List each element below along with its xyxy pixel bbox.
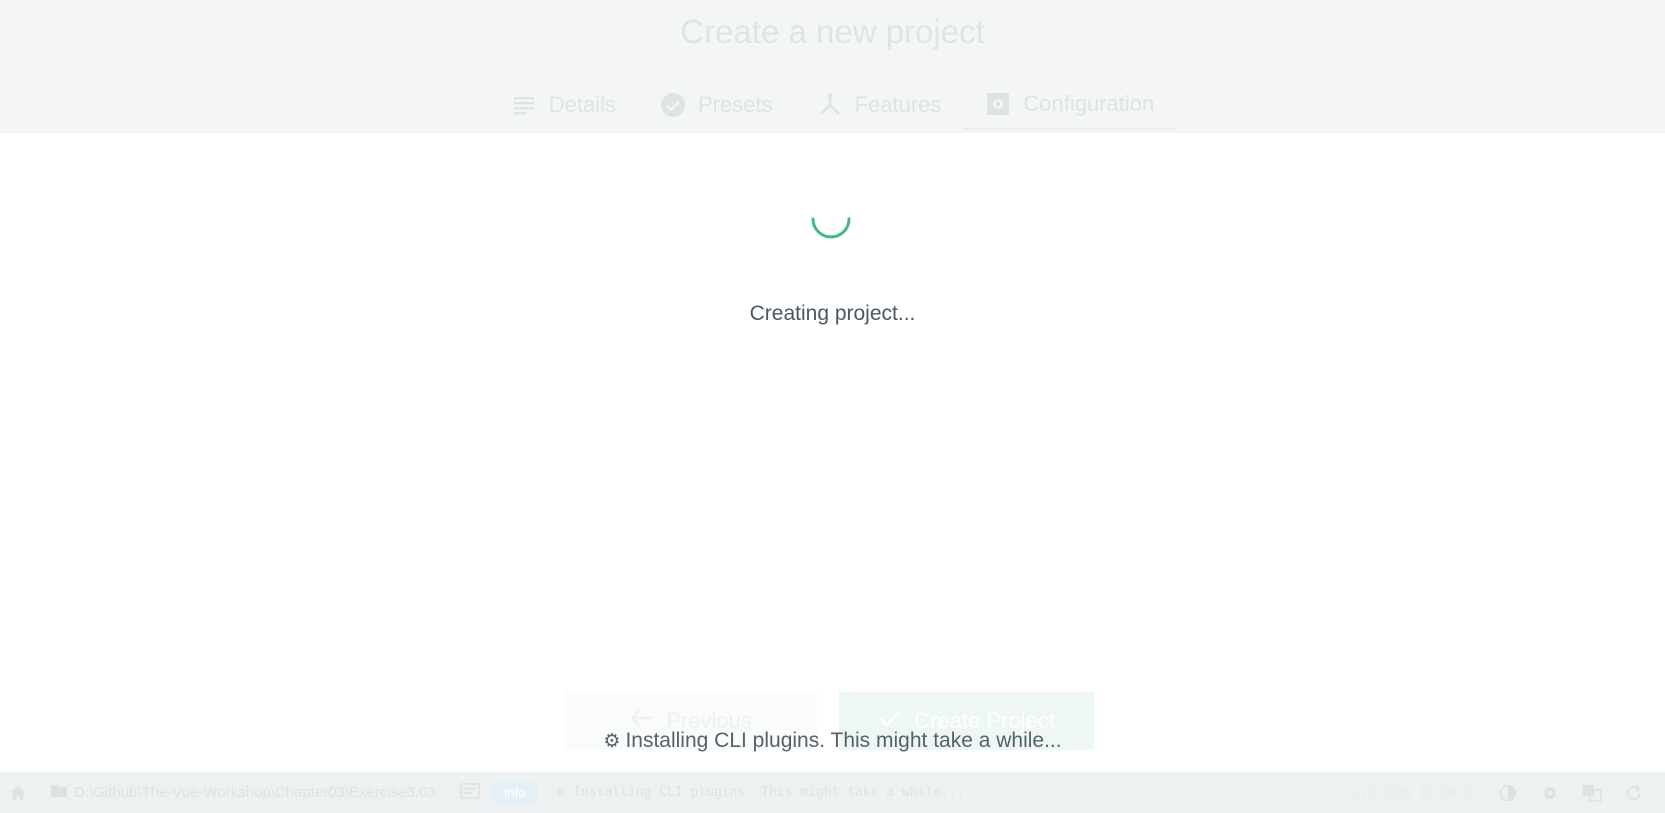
tab-details-label: Details — [548, 92, 616, 117]
project-path-text: D:\Github\The-Vue-Workshop\Chapter03\Exe… — [74, 784, 436, 801]
fork-icon — [817, 92, 843, 118]
log-level-badge: Info — [491, 781, 538, 804]
install-status-text: Installing CLI plugins. This might take … — [625, 729, 1062, 752]
log-timestamp: 2/3/2020 10:38:37 — [1354, 785, 1477, 800]
log-icon — [460, 782, 480, 803]
vue-ui-app: Create a new project Details Presets Fea… — [0, 0, 1665, 813]
settings-box-icon — [985, 91, 1011, 117]
status-bar: D:\Github\The-Vue-Workshop\Chapter03\Exe… — [0, 772, 1665, 813]
check-circle-icon — [660, 92, 686, 118]
install-status-message: ⚙ Installing CLI plugins. This might take… — [0, 729, 1665, 753]
log-message: ⚙ Installing CLI plugins. This might tak… — [557, 785, 965, 800]
tab-configuration[interactable]: Configuration — [963, 80, 1177, 130]
settings-icon[interactable] — [1539, 782, 1561, 804]
dark-mode-icon[interactable] — [1497, 782, 1519, 804]
home-icon[interactable] — [8, 785, 28, 801]
folder-icon — [50, 783, 68, 802]
translate-icon[interactable] — [1581, 782, 1603, 804]
page-title: Create a new project — [680, 13, 985, 50]
gear-icon: ⚙ — [603, 731, 621, 752]
loading-spinner-icon — [810, 198, 852, 240]
tab-features-label: Features — [854, 92, 942, 117]
tab-presets-label: Presets — [697, 92, 773, 117]
tab-details[interactable]: Details — [489, 80, 638, 130]
log-toggle[interactable]: Info ⚙ Installing CLI plugins. This migh… — [460, 781, 965, 804]
project-path[interactable]: D:\Github\The-Vue-Workshop\Chapter03\Exe… — [50, 783, 436, 802]
tab-features[interactable]: Features — [795, 80, 964, 130]
project-create-header: Create a new project Details Presets Fea… — [0, 0, 1665, 133]
tab-presets[interactable]: Presets — [638, 80, 795, 130]
loading-message: Creating project... — [749, 302, 916, 325]
details-icon — [511, 92, 537, 118]
step-tabs: Details Presets Features Configuration — [0, 80, 1665, 130]
tab-configuration-label: Configuration — [1023, 91, 1155, 116]
refresh-icon[interactable] — [1623, 782, 1645, 804]
